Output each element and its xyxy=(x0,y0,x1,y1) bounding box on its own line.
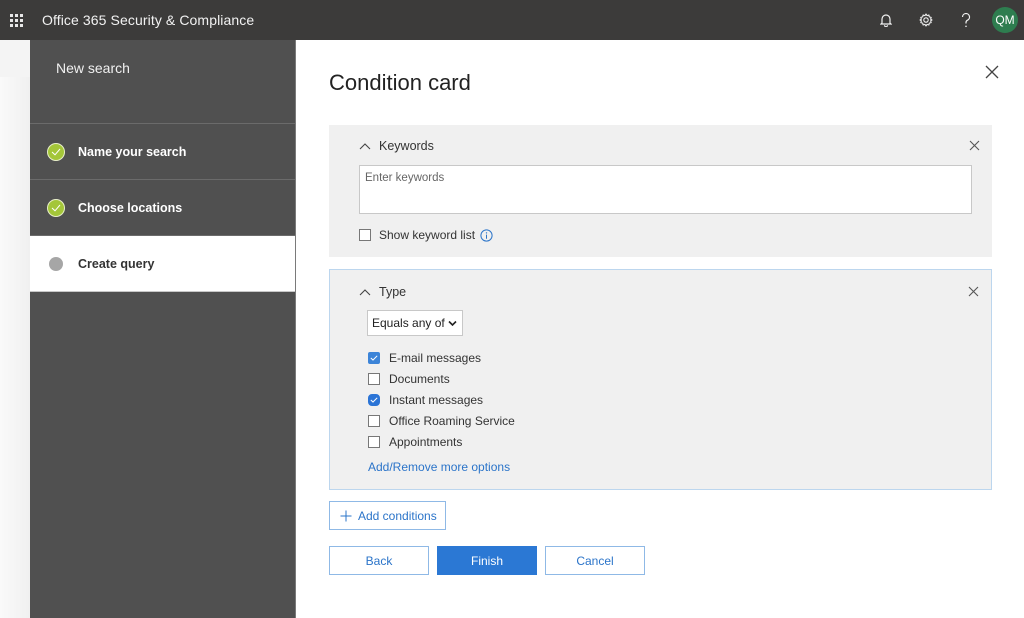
show-keyword-list-row: Show keyword list xyxy=(359,228,493,242)
back-button[interactable]: Back xyxy=(329,546,429,575)
type-collapse-toggle[interactable]: Type xyxy=(359,285,406,299)
type-option-appointments[interactable]: Appointments xyxy=(368,431,515,452)
checkmark-icon xyxy=(370,355,378,362)
type-option-email-messages[interactable]: E-mail messages xyxy=(368,348,515,369)
wizard-step-create-query[interactable]: Create query xyxy=(30,236,295,292)
wizard-title: New search xyxy=(30,40,295,124)
type-condition-card: Type Equals any of E-mail messages Docum… xyxy=(329,269,992,490)
option-label: Office Roaming Service xyxy=(389,413,515,428)
chevron-down-icon xyxy=(448,320,457,327)
settings-button[interactable] xyxy=(906,0,946,40)
cancel-button[interactable]: Cancel xyxy=(545,546,645,575)
show-keyword-list-checkbox[interactable] xyxy=(359,229,371,241)
show-keyword-list-label[interactable]: Show keyword list xyxy=(379,228,475,242)
type-option-office-roaming-service[interactable]: Office Roaming Service xyxy=(368,410,515,431)
help-button[interactable] xyxy=(946,0,986,40)
appointments-checkbox[interactable] xyxy=(368,435,380,448)
add-conditions-button[interactable]: Add conditions xyxy=(329,501,446,530)
add-conditions-label: Add conditions xyxy=(358,508,437,523)
type-options-list: E-mail messages Documents Instant messag… xyxy=(368,348,515,452)
keywords-condition-card: Keywords Show keyword list xyxy=(329,125,992,257)
option-label: Appointments xyxy=(389,434,463,449)
check-circle-icon xyxy=(47,142,65,161)
bell-icon xyxy=(880,14,892,27)
wizard-step-label: Create query xyxy=(78,256,155,271)
gear-icon xyxy=(919,13,933,27)
wizard-step-name-your-search[interactable]: Name your search xyxy=(30,124,295,180)
keywords-collapse-toggle[interactable]: Keywords xyxy=(359,139,434,153)
keywords-input[interactable] xyxy=(359,165,972,214)
current-step-dot-icon xyxy=(49,256,63,271)
type-option-documents[interactable]: Documents xyxy=(368,369,515,390)
type-option-instant-messages[interactable]: Instant messages xyxy=(368,390,515,411)
checkmark-icon xyxy=(370,397,378,403)
wizard-sidebar: New search Name your search Choose locat… xyxy=(30,40,296,618)
finish-button[interactable]: Finish xyxy=(437,546,537,575)
background-page xyxy=(0,40,30,618)
app-title[interactable]: Office 365 Security & Compliance xyxy=(42,12,254,28)
chevron-up-icon xyxy=(359,143,371,150)
option-label: Instant messages xyxy=(389,392,484,407)
remove-keywords-condition-icon[interactable] xyxy=(969,140,980,151)
condition-card-panel: Condition card Keywords Show keyword lis… xyxy=(296,40,1024,618)
app-launcher-icon xyxy=(9,13,23,27)
app-launcher-button[interactable] xyxy=(1,0,31,40)
remove-type-condition-icon[interactable] xyxy=(968,286,979,297)
background-header-strip xyxy=(0,40,30,77)
notifications-button[interactable] xyxy=(866,0,906,40)
plus-icon xyxy=(340,510,352,521)
wizard-step-label: Name your search xyxy=(78,144,187,159)
avatar[interactable]: QM xyxy=(992,7,1018,33)
office-roaming-service-checkbox[interactable] xyxy=(368,414,380,427)
page-title: Condition card xyxy=(329,70,471,95)
operator-select[interactable]: Equals any of xyxy=(367,310,463,336)
help-icon xyxy=(961,12,971,27)
option-label: E-mail messages xyxy=(389,351,482,366)
top-right-actions: QM xyxy=(866,0,1024,40)
type-card-title: Type xyxy=(379,285,407,299)
info-icon[interactable] xyxy=(480,228,493,242)
add-remove-options-link[interactable]: Add/Remove more options xyxy=(368,460,510,474)
documents-checkbox[interactable] xyxy=(368,373,380,386)
keywords-card-title: Keywords xyxy=(379,139,434,153)
wizard-step-choose-locations[interactable]: Choose locations xyxy=(30,180,295,236)
wizard-step-label: Choose locations xyxy=(78,200,183,215)
instant-messages-checkbox[interactable] xyxy=(368,393,380,406)
check-circle-icon xyxy=(47,198,65,217)
option-label: Documents xyxy=(389,372,450,387)
email-messages-checkbox[interactable] xyxy=(368,352,380,365)
top-bar: Office 365 Security & Compliance QM xyxy=(0,0,1024,40)
chevron-up-icon xyxy=(359,289,371,296)
operator-select-value: Equals any of xyxy=(372,316,445,330)
close-panel-icon[interactable] xyxy=(984,64,1000,80)
